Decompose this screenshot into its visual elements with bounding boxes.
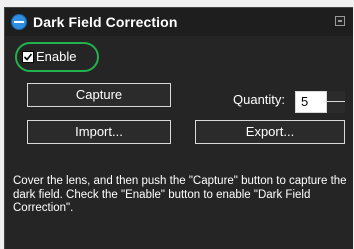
enable-checkbox[interactable] [22, 51, 34, 63]
enable-highlight: Enable [15, 42, 99, 72]
import-button[interactable]: Import... [27, 120, 171, 144]
panel-titlebar[interactable]: Dark Field Correction [5, 8, 353, 36]
minimize-button[interactable] [335, 16, 345, 26]
checkmark-icon [23, 53, 33, 61]
panel-title: Dark Field Correction [33, 14, 178, 30]
export-button[interactable]: Export... [195, 120, 345, 144]
quantity-label: Quantity: [233, 92, 286, 107]
enable-label: Enable [36, 49, 77, 64]
capture-button[interactable]: Capture [27, 83, 171, 107]
help-text: Cover the lens, and then push the "Captu… [13, 175, 347, 214]
quantity-value[interactable]: 5 [301, 94, 308, 109]
quantity-stepper[interactable]: 5 [295, 91, 345, 113]
dark-field-correction-panel: Dark Field Correction Enable Capture Qua… [4, 7, 353, 249]
quantity-spin-buttons[interactable] [326, 91, 345, 113]
collapse-circle-icon[interactable] [11, 14, 27, 30]
